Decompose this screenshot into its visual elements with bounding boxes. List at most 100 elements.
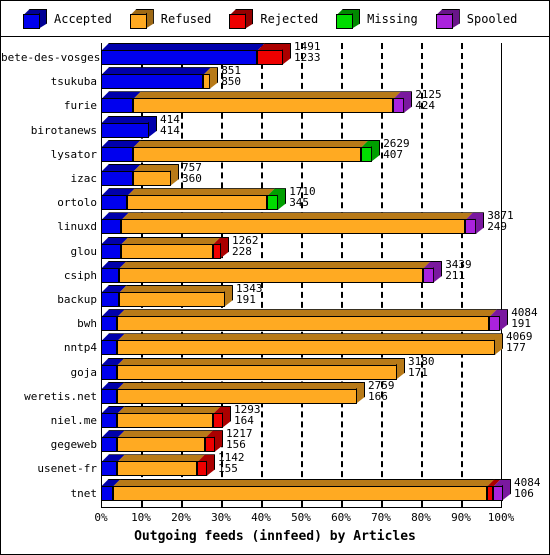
y-axis-label: birotanews	[30, 123, 97, 137]
bar-segment-accepted	[101, 485, 113, 501]
cube-icon	[336, 8, 361, 29]
bar-segment-accepted	[101, 50, 257, 65]
y-axis-label: csiph	[63, 268, 97, 282]
bar-value-labels: 1343 191	[236, 283, 263, 305]
legend-item-refused: Refused	[129, 8, 211, 29]
chart-plot-area: bete-des-vosges 1491 1233 tsukuba 851 850 furi…	[1, 37, 549, 554]
bar-segment-refused	[117, 388, 357, 404]
y-axis-label: linuxd	[57, 220, 97, 234]
y-axis-label: usenet-fr	[37, 462, 97, 476]
bar-value-labels: 1710 345	[289, 186, 316, 208]
y-axis-label: weretis.net	[24, 389, 97, 403]
bar-segment-refused	[121, 219, 465, 235]
bar-segment-accepted	[101, 292, 119, 307]
y-axis-label: tsukuba	[50, 75, 97, 89]
bar-segment-accepted	[101, 267, 119, 283]
bar-segment-refused	[117, 461, 197, 477]
y-axis-label: goja	[70, 365, 98, 379]
bar-segment-accepted	[101, 219, 121, 235]
y-axis-label: tnet	[70, 486, 98, 500]
bar-value-labels: 757 360	[182, 162, 202, 184]
bar-accepted-value: 191	[511, 317, 532, 331]
bar-segment-rejected	[213, 243, 221, 259]
bar-segment-missing	[267, 195, 279, 211]
bar-row: ortolo 1710 345	[57, 186, 501, 212]
legend-label: Missing	[367, 11, 418, 26]
y-axis-label: gegeweb	[50, 438, 97, 452]
bar-value-labels: 2125 424	[415, 89, 442, 111]
legend-label: Rejected	[260, 11, 319, 26]
y-axis-label: furie	[63, 99, 97, 113]
x-axis-ticks: 0% 10% 20% 30% 40% 50% 60% 70% 80% 90% 100%	[1, 511, 549, 527]
bar-segment-accepted	[101, 146, 133, 162]
bar-value-labels: 414 414	[160, 114, 180, 136]
bar-segment-refused	[203, 74, 211, 90]
bar-accepted-value: 360	[182, 172, 202, 185]
bar-accepted-value: 171	[408, 365, 428, 379]
bar-segment-refused	[119, 292, 225, 307]
bar-value-labels: 851 850	[221, 65, 241, 87]
bar-segment-spooled	[465, 219, 477, 235]
bar-value-labels: 3439 211	[445, 259, 472, 281]
bar-segment-missing	[361, 146, 373, 162]
bar-accepted-value: 345	[289, 196, 310, 210]
bar-segment-spooled	[489, 316, 501, 332]
bar-accepted-value: 177	[506, 341, 526, 355]
x-tick-label: 30%	[211, 511, 231, 524]
bar-row: weretis.net 2759 166	[24, 380, 501, 406]
bar-segment-refused	[127, 195, 267, 211]
bar-accepted-value: 106	[514, 486, 534, 500]
bar-segment-refused	[117, 340, 495, 356]
bar-value-labels: 1262 228	[232, 235, 259, 257]
bar-row: nntp4 4069 177	[64, 331, 533, 357]
bar-row: gegeweb 1217 156	[51, 428, 501, 454]
x-tick-label: 0%	[94, 511, 108, 524]
bar-row: usenet-fr 1142 155	[37, 452, 501, 478]
bar-segment-accepted	[101, 122, 149, 138]
bar-value-labels: 1142 155	[218, 452, 245, 474]
bar-row: niel.me 1293 164	[51, 404, 501, 430]
bar-accepted-value: 228	[232, 244, 252, 258]
bar-value-labels: 1491 1233	[294, 41, 321, 63]
bar-row: bete-des-vosges 1491 1233	[1, 41, 501, 67]
bar-row: birotanews 414 414	[31, 114, 501, 140]
y-axis-label: nntp4	[63, 341, 97, 355]
x-tick-label: 20%	[171, 511, 191, 524]
legend-label: Spooled	[466, 11, 518, 26]
x-tick-label: 10%	[131, 511, 151, 524]
bar-segment-refused	[119, 267, 423, 283]
bar-value-labels: 3180 171	[408, 356, 435, 378]
bar-total-value: 414	[160, 112, 180, 126]
bar-segment-refused	[133, 98, 393, 114]
bar-segment-accepted	[101, 437, 117, 453]
bar-row: goja 3180 171	[71, 356, 501, 382]
bar-accepted-value: 166	[368, 389, 388, 403]
x-tick-label: 50%	[291, 511, 311, 524]
bar-segment-accepted	[101, 413, 117, 428]
bar-accepted-value: 414	[160, 123, 180, 137]
bar-segment-accepted	[101, 461, 117, 477]
bar-row: furie 2125 424	[64, 89, 501, 115]
bar-segment-accepted	[101, 171, 133, 186]
bar-accepted-value: 424	[415, 99, 436, 113]
legend-item-spooled: Spooled	[435, 8, 518, 29]
bar-total-value: 4084	[514, 475, 541, 489]
bar-accepted-value: 850	[221, 75, 242, 89]
bar-segment-spooled	[423, 267, 435, 283]
legend-item-rejected: Rejected	[229, 8, 319, 29]
bar-value-labels: 1217 156	[226, 428, 253, 450]
cube-icon	[129, 8, 154, 29]
bar-row: glou 1262 228	[71, 235, 501, 261]
bar-segment-rejected	[257, 50, 283, 65]
bar-value-labels: 4069 177	[506, 331, 533, 353]
bar-row: csiph 3439 211	[64, 259, 501, 285]
bar-total-value: 3180	[408, 354, 435, 368]
bar-segment-rejected	[213, 413, 223, 428]
bar-segment-accepted	[101, 340, 117, 356]
x-tick-label: 40%	[251, 511, 271, 524]
bar-value-labels: 2629 407	[383, 138, 410, 160]
bar-segment-refused	[133, 171, 171, 186]
cube-icon	[229, 8, 254, 29]
bar-segment-refused	[117, 364, 397, 380]
y-axis-label: izac	[70, 172, 98, 185]
